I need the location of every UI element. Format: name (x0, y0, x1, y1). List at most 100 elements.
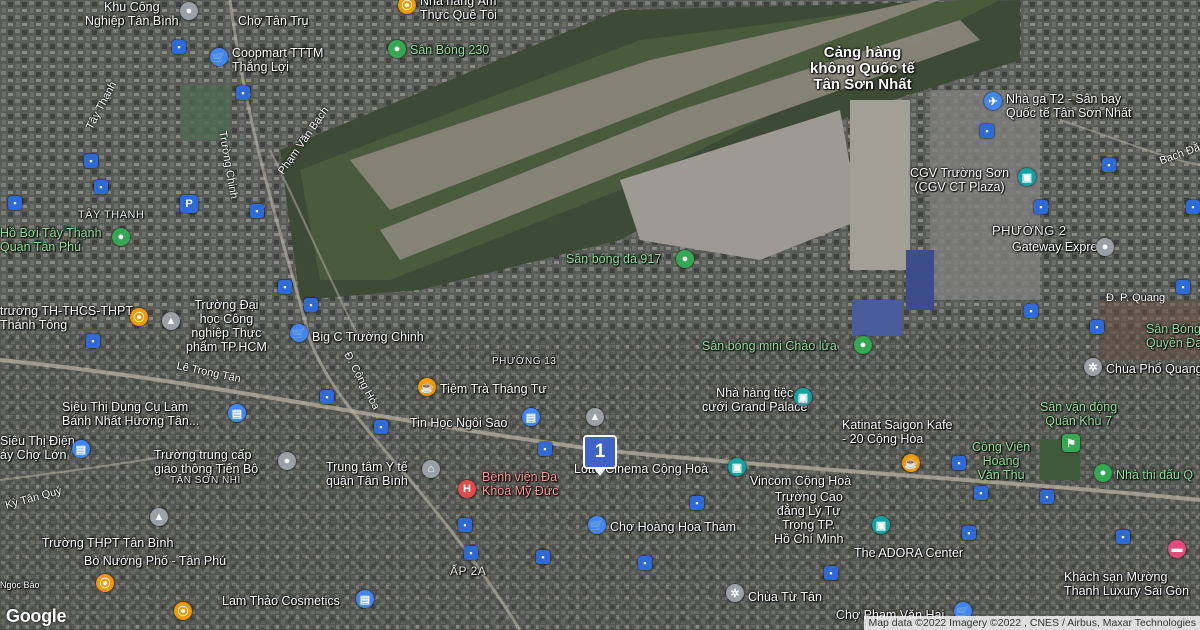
food-pin-icon[interactable]: ⦿ (174, 602, 192, 620)
food-pin-icon[interactable]: ⦿ (130, 308, 148, 326)
bus-stop-icon[interactable]: ▪ (458, 518, 472, 532)
bus-stop-icon[interactable]: ▪ (962, 526, 976, 540)
park-pin-icon[interactable]: ● (388, 40, 406, 58)
bus-stop-icon[interactable]: ▪ (638, 556, 652, 570)
nha-hang-label[interactable]: Nhà hàng Ẩm Thực Quê Tôi (420, 0, 497, 22)
bus-stop-icon[interactable]: ▪ (690, 496, 704, 510)
hotel-icon[interactable]: ▬ (1168, 540, 1186, 558)
shopping-cart-icon[interactable]: 🛒 (290, 324, 308, 342)
place-icon[interactable]: ● (1096, 238, 1114, 256)
airport-label[interactable]: Cảng hàng không Quốc tế Tân Sơn Nhất (810, 45, 915, 93)
tin-hoc-label[interactable]: Tin Học Ngôi Sao (410, 416, 508, 430)
cho-hoang-hoa-tham-label[interactable]: Chợ Hoàng Hoa Thám (610, 520, 736, 534)
cinema-icon[interactable]: ▣ (1018, 168, 1036, 186)
chua-pho-quang-label[interactable]: Chùa Phổ Quang (1106, 362, 1200, 376)
bus-stop-icon[interactable]: ▪ (1040, 490, 1054, 504)
ngoc-bao-label[interactable]: Ngọc Bảo (0, 578, 40, 592)
ho-boi-label[interactable]: Hồ Bơi Tây Thạnh Quận Tân Phú (0, 226, 102, 254)
bus-stop-icon[interactable]: ▪ (1176, 280, 1190, 294)
hospital-icon[interactable]: H (458, 480, 476, 498)
shopping-bag-icon[interactable]: ▤ (522, 408, 540, 426)
bus-stop-icon[interactable]: ▪ (1090, 320, 1104, 334)
truong-thpt-label[interactable]: Trường THPT Tân Bình (42, 536, 173, 550)
shopping-cart-icon[interactable]: 🛒 (588, 516, 606, 534)
parking-icon[interactable]: P (180, 195, 198, 213)
shopping-bag-icon[interactable]: ▤ (356, 590, 374, 608)
bus-stop-icon[interactable]: ▪ (464, 546, 478, 560)
bus-stop-icon[interactable]: ▪ (1186, 200, 1200, 214)
bus-stop-icon[interactable]: ▪ (952, 456, 966, 470)
chua-tu-tan-label[interactable]: Chùa Từ Tân (748, 590, 822, 604)
map-attribution[interactable]: Map data ©2022 Imagery ©2022 , CNES / Ai… (864, 616, 1200, 630)
trung-tam-y-te-label[interactable]: Trung tâm Y tế quận Tân Bình (326, 460, 408, 488)
place-icon[interactable]: ● (278, 452, 296, 470)
bus-stop-icon[interactable]: ▪ (94, 180, 108, 194)
sieu-thi-dien-label[interactable]: Siêu Thị Điện áy Chợ Lớn (0, 434, 75, 462)
lam-thao-label[interactable]: Lam Thảo Cosmetics (222, 594, 340, 608)
cinema-icon[interactable]: ▣ (728, 458, 746, 476)
bus-stop-icon[interactable]: ▪ (1034, 200, 1048, 214)
san-bong-quyen-label[interactable]: Sân Bóng Quyền Đạo (1146, 322, 1200, 350)
school-icon[interactable]: ▲ (150, 508, 168, 526)
tiem-tra-label[interactable]: Tiệm Trà Tháng Tư (440, 382, 547, 396)
cgv-label[interactable]: CGV Trường Sơn (CGV CT Plaza) (910, 166, 1009, 194)
bus-stop-icon[interactable]: ▪ (304, 298, 318, 312)
big-c-label[interactable]: Big C Trường Chinh (312, 330, 424, 344)
bus-stop-icon[interactable]: ▪ (84, 154, 98, 168)
san-bong-mini-label[interactable]: Sân bóng mini Chảo lửa (702, 339, 837, 353)
san-bong-230-label[interactable]: Sân Bóng 230 (410, 43, 489, 57)
bus-stop-icon[interactable]: ▪ (374, 420, 388, 434)
park-pin-icon[interactable]: ● (112, 228, 130, 246)
cong-vien-label[interactable]: Công Viên Hoàng Văn Thụ (972, 440, 1030, 482)
bus-stop-icon[interactable]: ▪ (320, 390, 334, 404)
katinat-label[interactable]: Katinat Saigon Kafe - 20 Cộng Hòa (842, 418, 953, 446)
bus-stop-icon[interactable]: ▪ (1116, 530, 1130, 544)
bus-stop-icon[interactable]: ▪ (974, 486, 988, 500)
bus-stop-icon[interactable]: ▪ (980, 124, 994, 138)
bus-stop-icon[interactable]: ▪ (536, 550, 550, 564)
sieu-thi-label[interactable]: Siêu Thị Dụng Cụ Làm Bánh Nhất Hương Tân… (62, 400, 199, 428)
stadium-icon[interactable]: ⚑ (1062, 434, 1080, 452)
cafe-icon[interactable]: ☕ (902, 454, 920, 472)
bus-stop-icon[interactable]: ▪ (250, 204, 264, 218)
khu-cong-nghiep-label[interactable]: Khu Công Nghiệp Tân Bình (85, 0, 179, 28)
school-icon[interactable]: ▲ (586, 408, 604, 426)
san-van-dong-label[interactable]: Sân vận động Quân Khu 7 (1040, 400, 1117, 428)
government-icon[interactable]: ⌂ (422, 460, 440, 478)
bus-stop-icon[interactable]: ▪ (236, 86, 250, 100)
park-pin-icon[interactable]: ● (676, 250, 694, 268)
landmark-icon[interactable]: ▣ (872, 516, 890, 534)
school-icon[interactable]: ▲ (162, 312, 180, 330)
bus-stop-icon[interactable]: ▪ (1024, 304, 1038, 318)
bo-nuong-label[interactable]: Bò Nướng Phố - Tân Phú (84, 554, 226, 568)
truong-trung-cap-label[interactable]: Trường trung cấp giao thông Tiến Bộ (154, 448, 258, 476)
bus-stop-icon[interactable]: ▪ (86, 334, 100, 348)
truong-thcs-label[interactable]: trường TH-THCS-THPT Thánh Tông (0, 304, 133, 332)
bus-stop-icon[interactable]: ▪ (172, 40, 186, 54)
food-pin-icon[interactable]: ⦿ (96, 574, 114, 592)
shopping-bag-icon[interactable]: ▤ (72, 440, 90, 458)
bus-stop-icon[interactable]: ▪ (8, 196, 22, 210)
bus-stop-icon[interactable]: ▪ (1102, 158, 1116, 172)
cho-tan-tru-label[interactable]: Chợ Tân Trụ (238, 14, 309, 28)
truong-cao-dang-label[interactable]: Trường Cao đẳng Lý Tự Trọng TP. Hồ Chí M… (774, 490, 843, 546)
adora-label[interactable]: The ADORA Center (854, 546, 963, 560)
cafe-icon[interactable]: ☕ (418, 378, 436, 396)
temple-icon[interactable]: ✲ (1084, 358, 1102, 376)
bus-stop-icon[interactable]: ▪ (278, 280, 292, 294)
location-marker[interactable]: 1 (583, 435, 617, 469)
truong-dai-hoc-label[interactable]: Trường Đại học Công nghiệp Thực phẩm TP.… (186, 298, 267, 354)
shopping-cart-icon[interactable]: 🛒 (210, 48, 228, 66)
nha-thi-dau-label[interactable]: Nhà thi đấu Q (1116, 468, 1193, 482)
coopmart-label[interactable]: Coopmart TTTM Thắng Lợi (232, 46, 323, 74)
shopping-bag-icon[interactable]: ▤ (228, 404, 246, 422)
park-pin-icon[interactable]: ● (1094, 464, 1112, 482)
khach-san-label[interactable]: Khách sạn Mường Thanh Luxury Sài Gòn (1064, 570, 1189, 598)
vincom-label[interactable]: Vincom Cộng Hoà (750, 474, 851, 488)
nha-hang-tiec-label[interactable]: Nhà hàng tiệc cưới Grand Palace (702, 386, 808, 414)
temple-icon[interactable]: ✲ (726, 584, 744, 602)
park-pin-icon[interactable]: ● (854, 336, 872, 354)
airplane-icon[interactable]: ✈ (984, 92, 1002, 110)
bus-stop-icon[interactable]: ▪ (824, 566, 838, 580)
benh-vien-label[interactable]: Bệnh viện Đa Khoa Mỹ Đức (482, 470, 558, 498)
